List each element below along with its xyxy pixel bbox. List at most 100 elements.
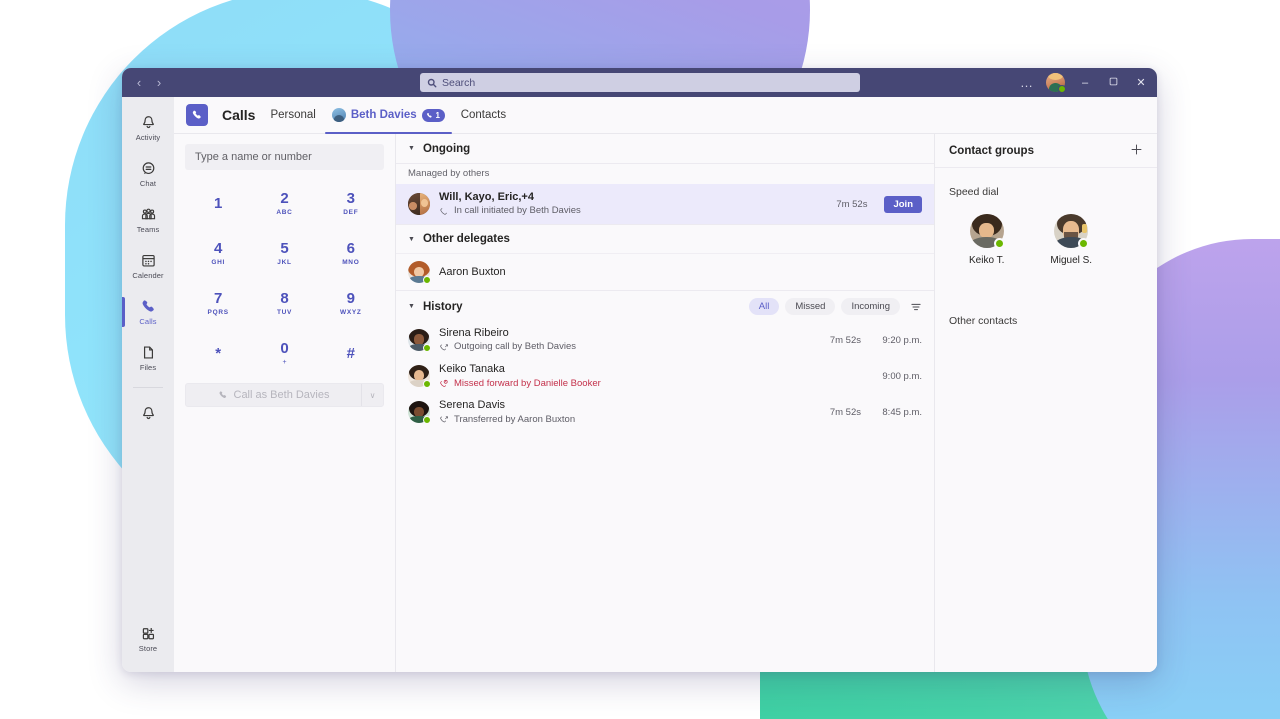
avatar [408, 261, 431, 285]
sidebar-item-label: Teams [136, 225, 160, 234]
sidebar-item-calendar[interactable]: Calender [122, 243, 174, 289]
tab-label: Personal [270, 109, 316, 121]
dial-key-2[interactable]: 2 ABC [251, 182, 317, 225]
filter-button[interactable] [910, 301, 922, 313]
section-header-other-delegates[interactable]: ▼ Other delegates [396, 224, 934, 253]
history-duration: 7m 52s [829, 406, 861, 418]
main-column: Calls Personal Beth Davies 1 Contacts Ty… [174, 97, 1157, 672]
dial-key-hash[interactable]: # [318, 332, 384, 375]
sidebar-item-label: Activity [135, 133, 161, 142]
delegate-meta: Aaron Buxton [439, 265, 922, 279]
history-row[interactable]: Keiko Tanaka Missed forward by Danielle … [396, 358, 934, 394]
close-button[interactable]: ✕ [1133, 76, 1149, 89]
key-letters: GHI [211, 258, 225, 266]
key-number: 4 [213, 240, 223, 258]
contact-groups-panel: Contact groups Speed dial Keiko T. Migue… [935, 134, 1157, 672]
history-time: 9:20 p.m. [882, 334, 922, 346]
tab-label: Beth Davies [350, 109, 417, 121]
add-contact-group-button[interactable] [1130, 143, 1143, 159]
sidebar-item-label: Calls [139, 317, 157, 326]
rail-divider [133, 387, 163, 388]
dial-key-9[interactable]: 9 WXYZ [318, 282, 384, 325]
dial-input[interactable]: Type a name or number [185, 144, 384, 170]
maximize-button[interactable] [1105, 77, 1121, 89]
sidebar-item-store[interactable]: Store [122, 616, 174, 662]
filter-pill-all[interactable]: All [748, 298, 780, 316]
phone-icon [427, 112, 433, 118]
page-title: Calls [222, 107, 256, 123]
title-bar: ‹ › Search … – ✕ [122, 68, 1157, 97]
key-number: 1 [213, 194, 223, 212]
speed-dial-contact[interactable]: Miguel S. [1050, 214, 1092, 266]
calendar-icon [140, 252, 157, 269]
sidebar-item-chat[interactable]: Chat [122, 151, 174, 197]
key-letters: WXYZ [340, 308, 362, 316]
history-detail: Transferred by Aaron Buxton [439, 414, 812, 427]
dial-key-star[interactable]: * [185, 332, 251, 375]
call-as-button[interactable]: Call as Beth Davies [186, 389, 361, 401]
section-title: Ongoing [422, 142, 471, 155]
minimize-button[interactable]: – [1077, 77, 1093, 89]
sidebar-item-calls[interactable]: Calls [122, 289, 174, 335]
dial-key-0[interactable]: 0 + [251, 332, 317, 375]
section-title: History [422, 300, 463, 313]
chevron-down-icon[interactable]: ▼ [408, 145, 415, 152]
join-button[interactable]: Join [884, 195, 922, 213]
dial-key-7[interactable]: 7 PQRS [185, 282, 251, 325]
contact-groups-title: Contact groups [949, 144, 1034, 157]
speed-dial-label: Speed dial [949, 186, 999, 198]
phone-icon [192, 110, 201, 119]
maximize-icon [1109, 77, 1117, 85]
tab-beth-davies[interactable]: Beth Davies 1 [324, 97, 452, 134]
ongoing-call-meta: Will, Kayo, Eric,+4 In call initiated by… [439, 190, 818, 218]
history-time: 8:45 p.m. [882, 406, 922, 418]
dial-key-4[interactable]: 4 GHI [185, 232, 251, 275]
file-icon [140, 344, 157, 361]
forward-button[interactable]: › [152, 76, 166, 89]
other-contacts-label: Other contacts [949, 315, 1018, 327]
key-letters: + [282, 358, 287, 366]
call-options-dropdown[interactable]: ∨ [361, 384, 383, 406]
speed-dial-contact[interactable]: Keiko T. [969, 214, 1005, 266]
history-time: 9:00 p.m. [882, 370, 922, 382]
call-button-label: Call as Beth Davies [233, 389, 330, 401]
section-header-history: ▼ History All Missed Incoming [396, 290, 934, 322]
sidebar-item-files[interactable]: Files [122, 335, 174, 381]
history-row[interactable]: Sirena Ribeiro Outgoing call by Beth Dav… [396, 322, 934, 358]
ongoing-call-name: Will, Kayo, Eric,+4 [439, 191, 534, 203]
chevron-down-icon[interactable]: ▼ [408, 303, 415, 310]
dial-key-5[interactable]: 5 JKL [251, 232, 317, 275]
key-number: 0 [280, 340, 289, 358]
history-row[interactable]: Serena Davis Transferred by Aaron Buxton [396, 394, 934, 430]
sidebar-item-more-apps[interactable] [122, 390, 174, 436]
sidebar-item-teams[interactable]: Teams [122, 197, 174, 243]
section-header-ongoing[interactable]: ▼ Ongoing [396, 134, 934, 163]
tab-personal[interactable]: Personal [269, 97, 316, 134]
window-controls: … – ✕ [1020, 68, 1149, 97]
dial-key-8[interactable]: 8 TUV [251, 282, 317, 325]
back-button[interactable]: ‹ [132, 76, 146, 89]
ongoing-call-duration: 7m 52s [836, 198, 868, 210]
user-avatar[interactable] [1046, 73, 1066, 93]
app-header: Calls Personal Beth Davies 1 Contacts [174, 97, 1157, 134]
sidebar-item-activity[interactable]: Activity [122, 105, 174, 151]
history-detail: Missed forward by Danielle Booker [439, 378, 812, 391]
search-input[interactable]: Search [420, 73, 860, 92]
filter-pill-incoming[interactable]: Incoming [841, 298, 900, 316]
chevron-down-icon[interactable]: ▼ [408, 236, 415, 243]
tab-contacts[interactable]: Contacts [460, 97, 507, 134]
dial-key-6[interactable]: 6 MNO [318, 232, 384, 275]
key-letters: JKL [277, 258, 292, 266]
filter-pill-missed[interactable]: Missed [785, 298, 836, 316]
delegate-row[interactable]: Aaron Buxton [396, 253, 934, 290]
more-options-button[interactable]: … [1020, 75, 1034, 90]
key-letters: TUV [276, 308, 293, 316]
ongoing-call-row[interactable]: Will, Kayo, Eric,+4 In call initiated by… [396, 184, 934, 225]
history-name: Sirena Ribeiro [439, 327, 509, 340]
avatar [408, 365, 431, 389]
dial-key-3[interactable]: 3 DEF [318, 182, 384, 225]
contact-groups-header: Contact groups [935, 134, 1157, 168]
managed-by-others-label: Managed by others [396, 163, 934, 184]
dial-key-1[interactable]: 1 [185, 182, 251, 225]
search-icon [427, 78, 437, 88]
